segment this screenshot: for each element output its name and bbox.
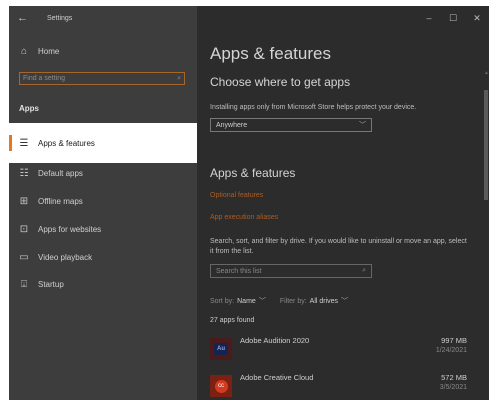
close-button[interactable]: ✕ [465, 13, 489, 24]
settings-search-placeholder: Find a setting [23, 75, 66, 82]
home-icon: ⌂ [20, 45, 28, 57]
sidebar-item-label: Video playback [38, 252, 93, 262]
app-badge-text: Au [214, 343, 228, 355]
app-size: 997 MB [441, 336, 467, 345]
settings-window: ← Settings – ☐ ✕ ⌂ Home Find a setting ⌕… [9, 6, 489, 400]
app-list-item[interactable]: cc Adobe Creative Cloud 572 MB 3/5/2021 [210, 373, 472, 400]
sidebar: ⌂ Home Find a setting ⌕ Apps ☰ Apps & fe… [9, 30, 197, 400]
search-description: Search, sort, and filter by drive. If yo… [210, 238, 467, 255]
sort-filter-row: Sort by: Name ﹀ Filter by: All drives ﹀ [210, 296, 362, 306]
choose-heading: Choose where to get apps [210, 75, 351, 89]
default-apps-icon: ☷ [19, 167, 29, 179]
map-icon: ⊞ [19, 195, 29, 207]
scroll-up-arrow-icon[interactable]: ▲ [484, 70, 489, 76]
link-box-icon: ⊡ [19, 223, 29, 235]
adobe-creative-cloud-icon: cc [210, 375, 232, 397]
app-size: 572 MB [441, 373, 467, 382]
sidebar-item-startup[interactable]: ⍗ Startup [9, 264, 197, 304]
app-execution-aliases-link[interactable]: App execution aliases [210, 214, 278, 221]
section-heading-apps: Apps [19, 104, 39, 113]
app-source-dropdown[interactable]: Anywhere ﹀ [210, 118, 372, 132]
title-bar: ← Settings – ☐ ✕ [9, 6, 489, 30]
filter-dropdown[interactable]: All drives [310, 298, 338, 305]
sidebar-item-label: Offline maps [38, 196, 83, 206]
scrollbar[interactable]: ▲ [483, 70, 489, 400]
app-date: 1/24/2021 [435, 347, 467, 354]
sidebar-item-label: Default apps [38, 168, 83, 178]
nav-home[interactable]: ⌂ Home [9, 44, 59, 58]
back-arrow-icon[interactable]: ← [9, 12, 35, 24]
adobe-audition-icon: Au [210, 338, 232, 360]
sidebar-item-label: Startup [38, 279, 64, 289]
app-name: Adobe Creative Cloud [240, 373, 314, 382]
section-heading-apps-features: Apps & features [210, 166, 296, 180]
sort-dropdown[interactable]: Name [237, 298, 256, 305]
page-title: Apps & features [210, 44, 331, 63]
app-list-search-placeholder: Search this list [216, 267, 262, 275]
list-icon: ☰ [19, 137, 29, 149]
search-icon: ⌕ [362, 267, 366, 274]
app-list-search-input[interactable]: Search this list ⌕ [210, 264, 372, 278]
minimize-button[interactable]: – [417, 13, 441, 23]
optional-features-link[interactable]: Optional features [210, 192, 263, 199]
sort-label: Sort by: [210, 297, 235, 305]
app-list-item[interactable]: Au Adobe Audition 2020 997 MB 1/24/2021 [210, 336, 472, 366]
sidebar-item-label: Apps & features [38, 138, 95, 148]
title-bar-left: ← Settings [9, 6, 197, 30]
sidebar-item-label: Apps for websites [38, 224, 102, 234]
scrollbar-thumb[interactable] [484, 90, 488, 200]
app-date: 3/5/2021 [439, 384, 467, 391]
apps-count: 27 apps found [210, 317, 255, 324]
video-icon: ▭ [19, 251, 29, 263]
settings-search-input[interactable]: Find a setting ⌕ [19, 72, 185, 85]
dropdown-value: Anywhere [216, 121, 248, 129]
app-badge-text: cc [214, 379, 228, 393]
app-name: Adobe Audition 2020 [240, 336, 310, 345]
startup-icon: ⍗ [21, 278, 27, 290]
filter-label: Filter by: [279, 297, 307, 305]
title-bar-right: – ☐ ✕ [197, 6, 489, 30]
maximize-button[interactable]: ☐ [441, 13, 465, 24]
main-content: Apps & features Choose where to get apps… [197, 30, 489, 400]
window-title: Settings [47, 14, 73, 22]
selection-indicator [9, 135, 12, 151]
chevron-down-icon[interactable]: ﹀ [259, 296, 266, 306]
nav-home-label: Home [38, 46, 60, 56]
search-icon: ⌕ [177, 74, 181, 82]
choose-description: Installing apps only from Microsoft Stor… [210, 104, 417, 111]
chevron-down-icon[interactable]: ﹀ [341, 296, 348, 306]
chevron-down-icon: ﹀ [359, 122, 366, 129]
